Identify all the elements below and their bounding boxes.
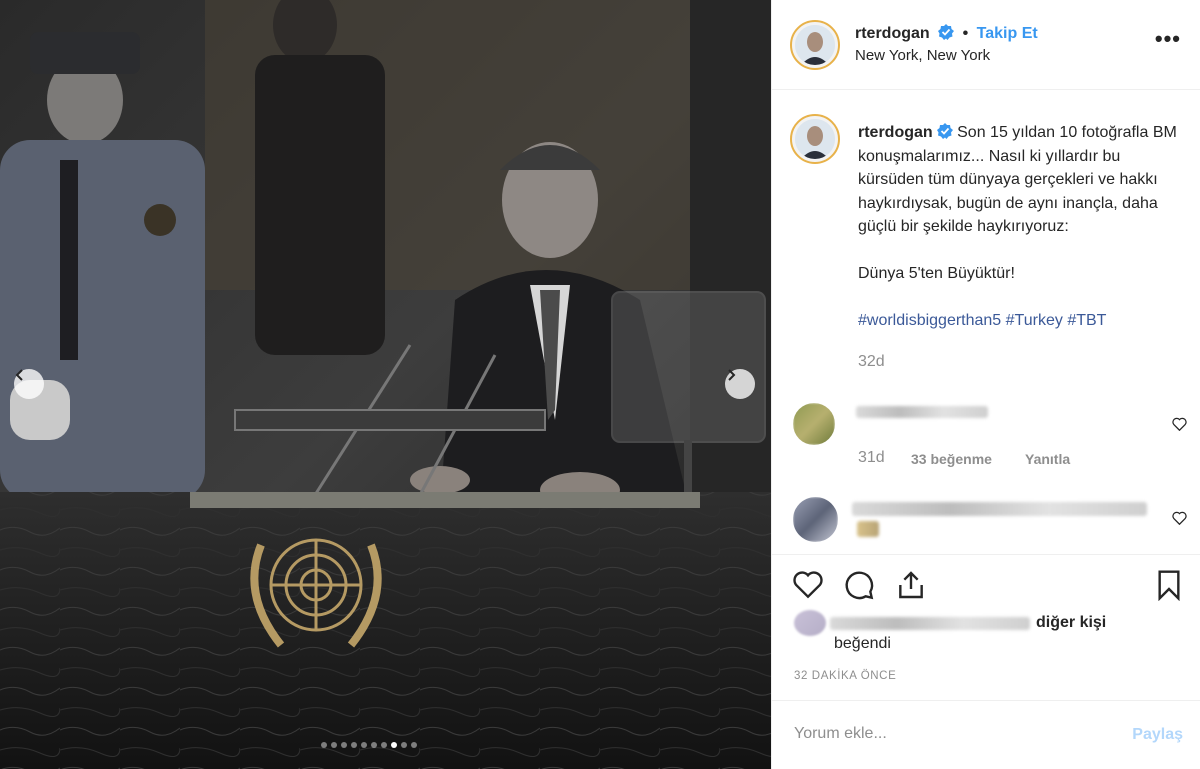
blurred-liker-name[interactable]	[830, 616, 1030, 630]
caption-slogan: Dünya 5'ten Büyüktür!	[858, 265, 1015, 282]
carousel-dot	[401, 742, 407, 748]
carousel-dot	[391, 742, 397, 748]
avatar-image	[795, 119, 835, 159]
carousel-dot	[361, 742, 367, 748]
separator-dot: •	[962, 25, 969, 42]
caption-age: 32d	[858, 352, 885, 370]
chevron-right-icon	[728, 369, 736, 381]
comments-section: rterdogan Son 15 yıldan 10 fotoğrafla BM…	[772, 90, 1200, 555]
heart-icon[interactable]	[792, 569, 824, 599]
carousel-dot	[371, 742, 377, 748]
carousel-dot	[321, 742, 327, 748]
post-photo[interactable]	[0, 0, 771, 769]
hashtag-link[interactable]: #worldisbiggerthan5	[858, 312, 1001, 329]
comment-input[interactable]	[794, 725, 1094, 743]
post-detail-panel: rterdogan • Takip Et New York, New York …	[771, 0, 1200, 769]
location-link[interactable]: New York, New York	[855, 47, 990, 64]
share-icon[interactable]	[895, 569, 927, 601]
commenter-avatar[interactable]	[793, 497, 838, 542]
hashtag-list: #worldisbiggerthan5 #Turkey #TBT	[858, 309, 1188, 333]
carousel-indicator	[321, 742, 417, 748]
caption-avatar[interactable]	[790, 114, 840, 164]
caption-text: rterdogan Son 15 yıldan 10 fotoğrafla BM…	[858, 121, 1188, 373]
comment-likes[interactable]: 33 beğenme	[911, 451, 992, 467]
carousel-prev-button[interactable]	[14, 369, 44, 399]
carousel-dot	[381, 742, 387, 748]
blurred-comment-text	[856, 406, 988, 418]
bookmark-icon[interactable]	[1155, 569, 1183, 601]
heart-icon[interactable]	[1172, 511, 1187, 525]
carousel-dot	[331, 742, 337, 748]
liked-label: beğendi	[834, 635, 891, 652]
reply-button[interactable]: Yanıtla	[1025, 451, 1070, 467]
carousel-dot	[341, 742, 347, 748]
hashtag-link[interactable]: #Turkey	[1006, 312, 1063, 329]
heart-icon[interactable]	[1172, 417, 1187, 431]
comment-age: 31d	[858, 449, 885, 466]
avatar[interactable]	[790, 20, 840, 70]
carousel-dot	[411, 742, 417, 748]
carousel-next-button[interactable]	[725, 369, 755, 399]
carousel-dot	[351, 742, 357, 748]
liker-avatar[interactable]	[794, 610, 826, 636]
post-timestamp[interactable]: 32 DAKİKA ÖNCE	[794, 670, 896, 682]
blurred-emoji	[857, 521, 879, 537]
post-comment-button[interactable]: Paylaş	[1132, 726, 1183, 744]
more-options-button[interactable]: •••	[1155, 28, 1181, 50]
blurred-comment-text	[852, 502, 1147, 516]
chevron-left-icon	[15, 369, 23, 381]
hashtag-link[interactable]: #TBT	[1067, 312, 1106, 329]
comment-icon[interactable]	[843, 569, 875, 601]
likes-others-link[interactable]: diğer kişi	[1036, 612, 1106, 634]
follow-button[interactable]: Takip Et	[977, 25, 1038, 42]
verified-icon	[936, 123, 953, 139]
add-comment-bar: Paylaş	[772, 700, 1200, 769]
commenter-avatar[interactable]	[793, 403, 835, 445]
post-actions	[772, 555, 1200, 615]
username-link[interactable]: rterdogan	[855, 25, 930, 42]
caption-username[interactable]: rterdogan	[858, 124, 933, 141]
avatar-image	[795, 25, 835, 65]
verified-icon	[938, 24, 955, 40]
post-header: rterdogan • Takip Et New York, New York …	[772, 0, 1200, 90]
likes-summary: diğer kişi beğendi	[794, 610, 1194, 655]
photo-image	[0, 0, 771, 769]
